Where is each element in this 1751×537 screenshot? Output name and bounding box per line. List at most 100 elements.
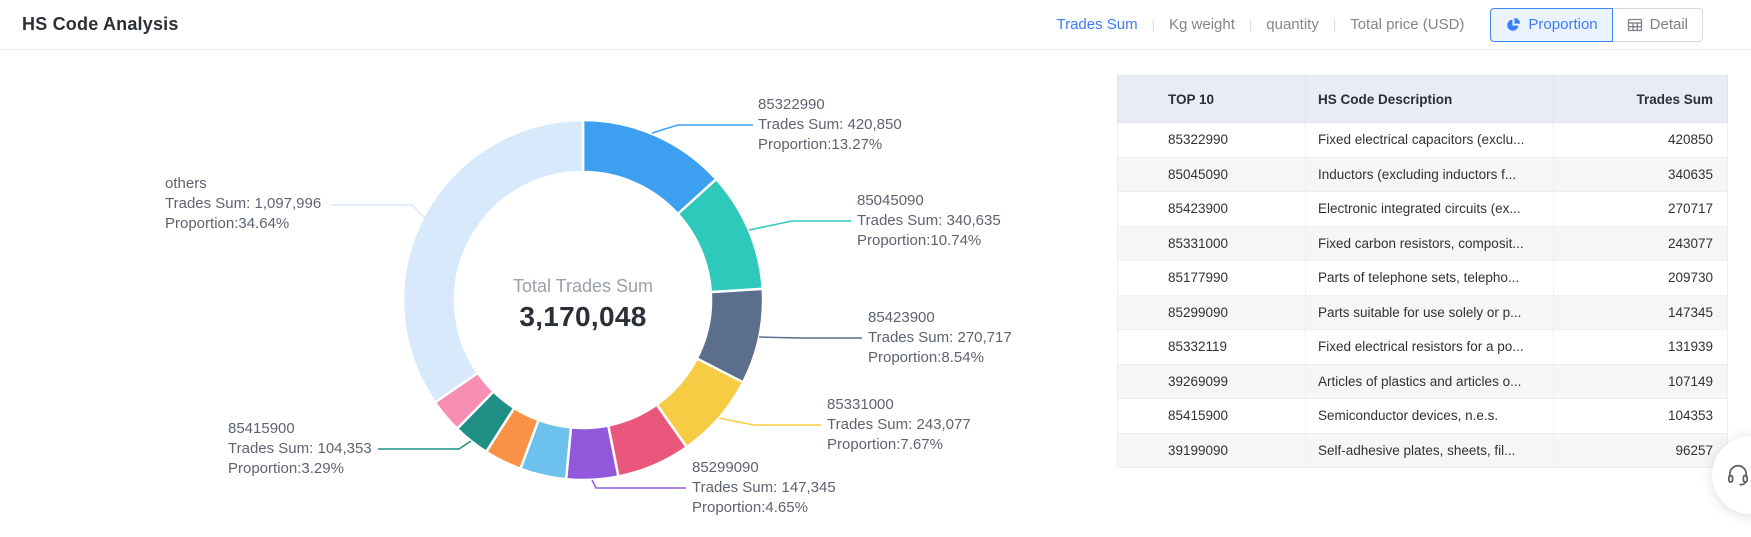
top10-table: TOP 10 HS Code Description Trades Sum 85… (1117, 75, 1728, 468)
callout-proportion: Proportion:8.54% (868, 348, 1012, 368)
leader-line-85331000 (719, 418, 821, 425)
metric-total-price[interactable]: Total price (USD) (1350, 16, 1464, 33)
table-row: 85177990Parts of telephone sets, telepho… (1118, 261, 1728, 296)
table-row: 85331000Fixed carbon resistors, composit… (1118, 226, 1728, 261)
cell-hs-code: 85331000 (1118, 226, 1306, 261)
callout-proportion: Proportion:34.64% (165, 214, 321, 234)
callout-85322990: 85322990Trades Sum: 420,850Proportion:13… (758, 95, 902, 155)
cell-trades-sum: 107149 (1554, 364, 1728, 399)
cell-hs-code: 85332119 (1118, 330, 1306, 365)
total-trades-sum-label: Total Trades Sum (433, 276, 733, 296)
callout-85045090: 85045090Trades Sum: 340,635Proportion:10… (857, 191, 1001, 251)
callout-proportion: Proportion:13.27% (758, 135, 902, 155)
metric-kg-weight[interactable]: Kg weight (1169, 16, 1235, 33)
proportion-button-label: Proportion (1528, 16, 1597, 33)
cell-hs-code: 85423900 (1118, 192, 1306, 227)
callout-trades-sum: Trades Sum: 1,097,996 (165, 194, 321, 214)
detail-button-label: Detail (1650, 16, 1688, 33)
table-row: 39199090Self-adhesive plates, sheets, fi… (1118, 433, 1728, 468)
page-header: HS Code Analysis Trades Sum | Kg weight … (0, 0, 1751, 50)
callout-code: 85415900 (228, 419, 372, 439)
table-row: 85299090Parts suitable for use solely or… (1118, 295, 1728, 330)
cell-description: Self-adhesive plates, sheets, fil... (1306, 433, 1554, 468)
headset-icon (1725, 462, 1751, 488)
separator: | (1249, 17, 1252, 32)
column-header-top10: TOP 10 (1118, 76, 1306, 123)
table-row: 85045090Inductors (excluding inductors f… (1118, 157, 1728, 192)
cell-hs-code: 85299090 (1118, 295, 1306, 330)
proportion-button[interactable]: Proportion (1490, 8, 1612, 42)
cell-description: Parts of telephone sets, telepho... (1306, 261, 1554, 296)
metric-quantity[interactable]: quantity (1266, 16, 1319, 33)
callout-code: 85045090 (857, 191, 1001, 211)
callout-code: 85299090 (692, 458, 836, 478)
cell-trades-sum: 243077 (1554, 226, 1728, 261)
total-trades-sum-value: 3,170,048 (433, 301, 733, 333)
cell-hs-code: 85322990 (1118, 123, 1306, 158)
table-row: 39269099Articles of plastics and article… (1118, 364, 1728, 399)
donut-slice-others[interactable] (403, 120, 583, 402)
cell-trades-sum: 131939 (1554, 330, 1728, 365)
leader-line-85299090 (592, 480, 686, 488)
callout-85423900: 85423900Trades Sum: 270,717Proportion:8.… (868, 308, 1012, 368)
cell-trades-sum: 96257 (1554, 433, 1728, 468)
callout-code: 85322990 (758, 95, 902, 115)
table-row: 85423900Electronic integrated circuits (… (1118, 192, 1728, 227)
callout-85331000: 85331000Trades Sum: 243,077Proportion:7.… (827, 395, 971, 455)
callout-proportion: Proportion:3.29% (228, 459, 372, 479)
callout-others: othersTrades Sum: 1,097,996Proportion:34… (165, 174, 321, 234)
table-row: 85415900Semiconductor devices, n.e.s.104… (1118, 399, 1728, 434)
cell-trades-sum: 104353 (1554, 399, 1728, 434)
cell-trades-sum: 270717 (1554, 192, 1728, 227)
pie-chart-icon (1505, 17, 1521, 33)
cell-trades-sum: 209730 (1554, 261, 1728, 296)
table-row: 85322990Fixed electrical capacitors (exc… (1118, 123, 1728, 158)
column-header-description: HS Code Description (1306, 76, 1554, 123)
callout-trades-sum: Trades Sum: 243,077 (827, 415, 971, 435)
leader-line-85423900 (759, 337, 862, 338)
detail-button[interactable]: Detail (1612, 8, 1703, 42)
callout-trades-sum: Trades Sum: 270,717 (868, 328, 1012, 348)
callout-code: others (165, 174, 321, 194)
metric-nav: Trades Sum | Kg weight | quantity | Tota… (1056, 16, 1464, 33)
callout-trades-sum: Trades Sum: 340,635 (857, 211, 1001, 231)
table-header-row: TOP 10 HS Code Description Trades Sum (1118, 76, 1728, 123)
cell-trades-sum: 340635 (1554, 157, 1728, 192)
donut-center-label: Total Trades Sum 3,170,048 (433, 276, 733, 333)
cell-description: Fixed electrical resistors for a po... (1306, 330, 1554, 365)
leader-line-others (330, 205, 424, 217)
leader-line-85322990 (652, 125, 753, 133)
cell-hs-code: 85045090 (1118, 157, 1306, 192)
cell-description: Semiconductor devices, n.e.s. (1306, 399, 1554, 434)
cell-description: Fixed electrical capacitors (exclu... (1306, 123, 1554, 158)
callout-code: 85331000 (827, 395, 971, 415)
cell-trades-sum: 420850 (1554, 123, 1728, 158)
table-row: 85332119Fixed electrical resistors for a… (1118, 330, 1728, 365)
cell-description: Inductors (excluding inductors f... (1306, 157, 1554, 192)
donut-slice-85299090[interactable] (566, 426, 618, 481)
leader-line-85045090 (749, 221, 851, 230)
callout-code: 85423900 (868, 308, 1012, 328)
callout-proportion: Proportion:10.74% (857, 231, 1001, 251)
metric-trades-sum[interactable]: Trades Sum (1056, 16, 1137, 33)
cell-hs-code: 85177990 (1118, 261, 1306, 296)
callout-proportion: Proportion:4.65% (692, 498, 836, 518)
cell-description: Fixed carbon resistors, composit... (1306, 226, 1554, 261)
callout-trades-sum: Trades Sum: 420,850 (758, 115, 902, 135)
separator: | (1333, 17, 1336, 32)
leader-line-85415900 (378, 441, 471, 449)
callout-trades-sum: Trades Sum: 104,353 (228, 439, 372, 459)
column-header-trades-sum: Trades Sum (1554, 76, 1728, 123)
view-toggle-group: Proportion Detail (1490, 8, 1703, 42)
cell-description: Articles of plastics and articles o... (1306, 364, 1554, 399)
cell-trades-sum: 147345 (1554, 295, 1728, 330)
hs-code-analysis-page: HS Code Analysis Trades Sum | Kg weight … (0, 0, 1751, 537)
callout-85299090: 85299090Trades Sum: 147,345Proportion:4.… (692, 458, 836, 518)
page-title: HS Code Analysis (22, 14, 179, 35)
callout-85415900: 85415900Trades Sum: 104,353Proportion:3.… (228, 419, 372, 479)
cell-description: Electronic integrated circuits (ex... (1306, 192, 1554, 227)
separator: | (1152, 17, 1155, 32)
callout-proportion: Proportion:7.67% (827, 435, 971, 455)
cell-hs-code: 39199090 (1118, 433, 1306, 468)
cell-hs-code: 39269099 (1118, 364, 1306, 399)
